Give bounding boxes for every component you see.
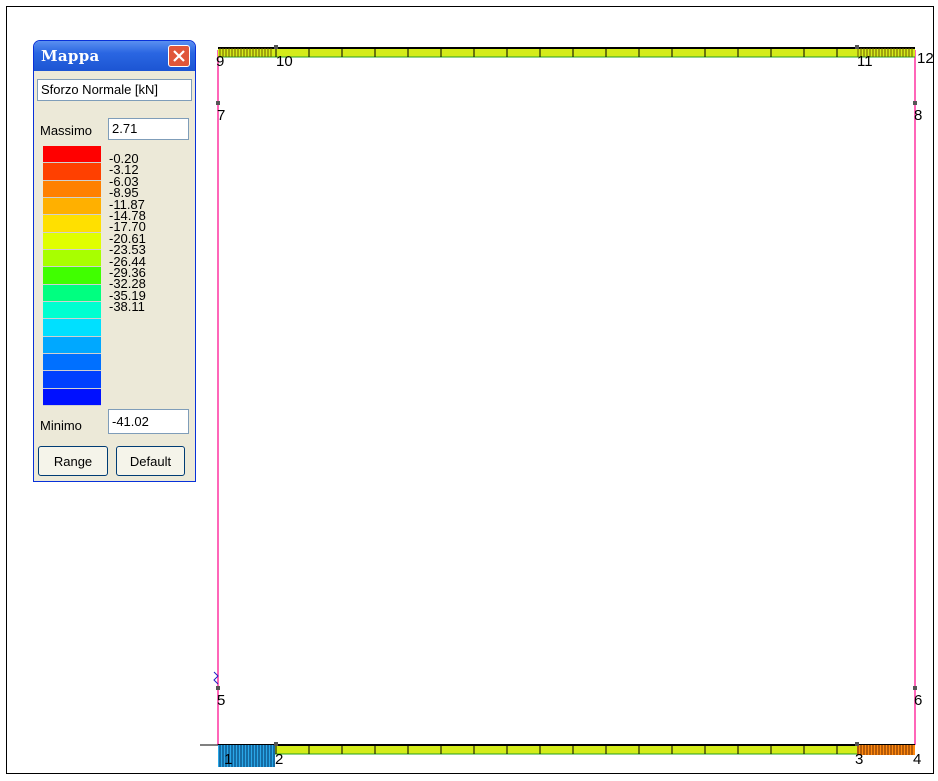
- node-label-10: 10: [276, 53, 293, 70]
- color-map-panel[interactable]: Mappa Sforzo Normale [kN] Massimo 2.71 -…: [33, 40, 196, 482]
- scale-swatch: [43, 215, 101, 233]
- node-label-5: 5: [217, 692, 225, 709]
- node-label-4: 4: [913, 751, 921, 768]
- node-marker: [216, 101, 220, 105]
- default-button[interactable]: Default: [116, 446, 185, 476]
- scale-swatch: [43, 180, 101, 198]
- scale-swatch: [43, 232, 101, 250]
- scale-swatch: [43, 336, 101, 354]
- node-marker: [913, 686, 917, 690]
- node-marker: [855, 742, 859, 746]
- node-marker: [855, 45, 859, 49]
- close-icon[interactable]: [168, 45, 190, 67]
- node-marker: [913, 101, 917, 105]
- node-marker: [274, 742, 278, 746]
- scale-swatch: [43, 163, 101, 181]
- scale-swatch: [43, 319, 101, 337]
- max-value-input[interactable]: 2.71: [108, 118, 189, 140]
- node-marker: [274, 45, 278, 49]
- node-label-12: 12: [917, 50, 934, 67]
- node-label-1: 1: [224, 751, 232, 768]
- min-value-input[interactable]: -41.02: [108, 409, 189, 434]
- scale-swatch: [43, 267, 101, 285]
- node-label-6: 6: [914, 692, 922, 709]
- bottom-beam: [218, 744, 915, 767]
- max-label: Massimo: [40, 123, 93, 138]
- node-label-2: 2: [275, 751, 283, 768]
- scale-swatch: [43, 146, 101, 164]
- range-button[interactable]: Range: [38, 446, 108, 476]
- node-marker: [216, 686, 220, 690]
- scale-swatch: [43, 371, 101, 389]
- panel-title: Mappa: [41, 47, 100, 65]
- node-label-3: 3: [855, 751, 863, 768]
- scale-swatch: [43, 284, 101, 302]
- node-label-7: 7: [217, 107, 225, 124]
- scale-value: -38.11: [109, 299, 145, 315]
- top-beam: [218, 47, 915, 58]
- min-label: Minimo: [40, 418, 82, 433]
- panel-titlebar[interactable]: Mappa: [34, 41, 195, 71]
- scale-swatch: [43, 198, 101, 216]
- color-scale: [43, 146, 103, 406]
- scale-swatch: [43, 388, 101, 406]
- scale-swatch: [43, 302, 101, 320]
- node-label-9: 9: [216, 53, 224, 70]
- scale-swatch: [43, 354, 101, 372]
- node-label-8: 8: [914, 107, 922, 124]
- scale-swatch: [43, 250, 101, 268]
- quantity-field[interactable]: Sforzo Normale [kN]: [37, 79, 192, 101]
- node-label-11: 11: [857, 53, 873, 70]
